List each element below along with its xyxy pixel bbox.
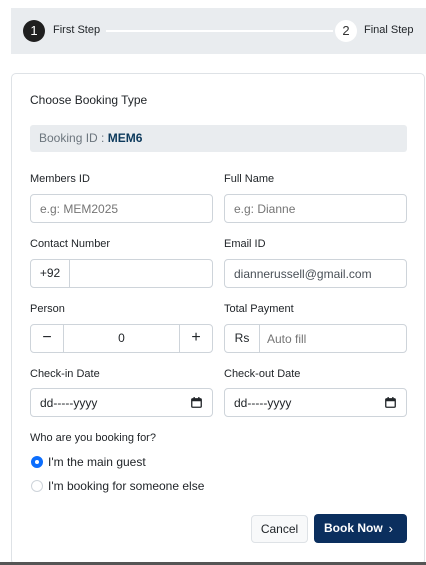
calendar-icon[interactable] bbox=[385, 397, 396, 408]
chevron-right-icon: › bbox=[388, 521, 393, 536]
total-payment-input[interactable] bbox=[261, 325, 406, 352]
full-name-input[interactable] bbox=[225, 195, 406, 222]
radio-someone-else-label: I'm booking for someone else bbox=[48, 479, 205, 493]
decrement-button[interactable]: − bbox=[31, 325, 64, 352]
check-in-date-label: Check-in Date bbox=[30, 368, 100, 380]
person-count-value[interactable]: 0 bbox=[65, 325, 178, 352]
step-1-indicator: 1 bbox=[23, 20, 45, 42]
check-out-date-label: Check-out Date bbox=[224, 368, 301, 380]
booking-id-label: Booking ID : bbox=[39, 131, 108, 145]
full-name-field[interactable] bbox=[224, 194, 407, 223]
radio-main-guest-label: I'm the main guest bbox=[48, 455, 146, 469]
email-id-input[interactable] bbox=[225, 260, 406, 287]
step-2-label: Final Step bbox=[364, 24, 414, 36]
currency-prefix: Rs bbox=[225, 325, 260, 352]
book-now-label: Book Now bbox=[324, 521, 383, 535]
step-1-label: First Step bbox=[53, 24, 101, 36]
contact-number-label: Contact Number bbox=[30, 238, 111, 250]
check-in-date-value: dd-----yyyy bbox=[40, 396, 98, 410]
calendar-icon[interactable] bbox=[191, 397, 202, 408]
contact-number-input[interactable] bbox=[71, 260, 212, 287]
booking-id-display: Booking ID : MEM6 bbox=[30, 125, 407, 152]
booking-id-value: MEM6 bbox=[107, 131, 143, 145]
total-payment-field[interactable]: Rs bbox=[224, 324, 407, 353]
members-id-label: Members ID bbox=[30, 173, 90, 185]
person-quantity-stepper: − 0 + bbox=[30, 324, 213, 353]
contact-number-field[interactable]: +92 bbox=[30, 259, 213, 288]
person-label: Person bbox=[30, 303, 65, 315]
full-name-label: Full Name bbox=[224, 173, 275, 185]
progress-stepper: 1 First Step 2 Final Step bbox=[11, 8, 426, 54]
check-in-date-field[interactable]: dd-----yyyy bbox=[30, 388, 213, 417]
book-now-button[interactable]: Book Now › bbox=[314, 514, 407, 543]
email-id-field[interactable] bbox=[224, 259, 407, 288]
radio-button-checked[interactable] bbox=[31, 456, 43, 468]
total-payment-label: Total Payment bbox=[224, 303, 294, 315]
email-id-label: Email ID bbox=[224, 238, 266, 250]
check-out-date-field[interactable]: dd-----yyyy bbox=[224, 388, 407, 417]
radio-someone-else[interactable]: I'm booking for someone else bbox=[31, 478, 231, 494]
radio-main-guest[interactable]: I'm the main guest bbox=[31, 454, 201, 470]
check-out-date-value: dd-----yyyy bbox=[234, 396, 292, 410]
radio-button-unchecked[interactable] bbox=[31, 480, 43, 492]
booking-form-card: Choose Booking Type Booking ID : MEM6 Me… bbox=[11, 73, 425, 565]
cancel-button[interactable]: Cancel bbox=[251, 515, 308, 543]
form-title: Choose Booking Type bbox=[30, 93, 148, 107]
members-id-field[interactable] bbox=[30, 194, 213, 223]
step-2-indicator: 2 bbox=[335, 20, 357, 42]
step-connector-line bbox=[106, 30, 333, 32]
country-code-prefix: +92 bbox=[31, 260, 70, 287]
increment-button[interactable]: + bbox=[179, 325, 212, 352]
booking-for-question: Who are you booking for? bbox=[30, 432, 156, 444]
members-id-input[interactable] bbox=[31, 195, 212, 222]
